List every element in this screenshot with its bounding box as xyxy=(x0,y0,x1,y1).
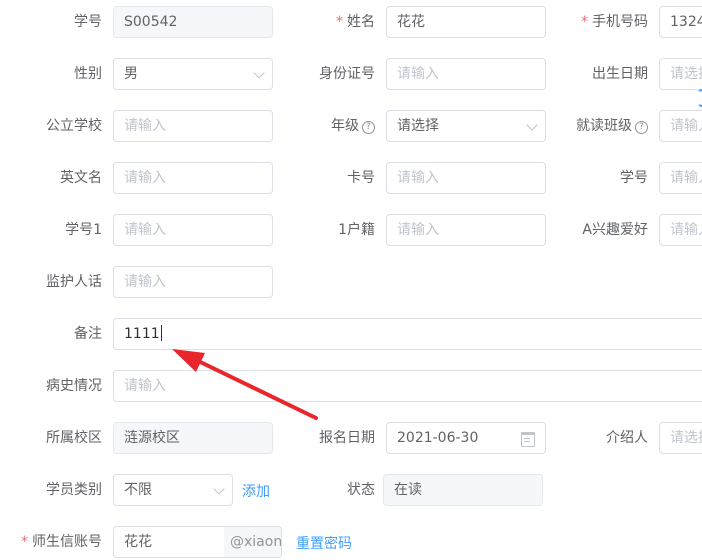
card-no-input[interactable]: 请输入 xyxy=(386,162,546,194)
id-card-label: 身份证号 xyxy=(319,66,375,82)
card-no-label: 卡号 xyxy=(347,170,375,186)
student-no3-input[interactable]: 请输入 xyxy=(113,214,273,246)
remark-label: 备注 xyxy=(74,326,102,342)
required-mark: * xyxy=(21,534,28,550)
status-label: 状态 xyxy=(347,482,375,498)
card-no-placeholder: 请输入 xyxy=(397,170,439,186)
chevron-down-icon xyxy=(213,483,225,495)
english-name-placeholder: 请输入 xyxy=(124,170,166,186)
class-label-text: 就读班级 xyxy=(576,118,632,134)
category-value: 不限 xyxy=(124,482,152,498)
status-value: 在读 xyxy=(394,482,422,498)
enroll-date-label: 报名日期 xyxy=(319,430,375,446)
id-card-input[interactable]: 请输入 xyxy=(386,58,546,90)
public-school-label: 公立学校 xyxy=(46,118,102,134)
account-value: 花花 xyxy=(124,534,152,550)
name-label-text: 姓名 xyxy=(347,14,375,30)
account-label-text: 师生信账号 xyxy=(32,534,102,550)
category-select[interactable]: 不限 xyxy=(113,474,233,506)
remark-input[interactable]: 1111 xyxy=(113,318,702,350)
class-label: 就读班级? xyxy=(576,110,648,142)
public-school-input[interactable]: 请输入 xyxy=(113,110,273,142)
household-input[interactable]: 请输入 xyxy=(386,214,546,246)
required-mark: * xyxy=(336,14,343,30)
enroll-date-input[interactable]: 2021-06-30 xyxy=(386,422,546,454)
referrer-label: 介绍人 xyxy=(606,430,648,446)
student-no3-placeholder: 请输入 xyxy=(124,222,166,238)
account-label: * 师生信账号 xyxy=(21,526,102,558)
name-label: * 姓名 xyxy=(336,6,375,38)
class-placeholder: 请输入 xyxy=(670,118,702,134)
question-icon[interactable]: ? xyxy=(635,121,648,134)
id-card-placeholder: 请输入 xyxy=(397,66,439,82)
text-caret xyxy=(160,325,162,341)
class-input[interactable]: 请输入 xyxy=(659,110,702,142)
student-no2-input[interactable]: 请输入 xyxy=(659,162,702,194)
hobby-placeholder: 请输入 xyxy=(670,222,702,238)
name-input[interactable]: 花花 xyxy=(386,6,546,38)
campus-value: 涟源校区 xyxy=(124,430,180,446)
gender-value: 男 xyxy=(124,66,138,82)
hobby-input[interactable]: 请输入 xyxy=(659,214,702,246)
name-value: 花花 xyxy=(397,14,425,30)
phone-label-text: 手机号码 xyxy=(592,14,648,30)
household-placeholder: 请输入 xyxy=(397,222,439,238)
chevron-down-icon xyxy=(526,119,538,131)
account-input[interactable]: 花花 xyxy=(113,526,225,558)
hobby-label: A兴趣爱好 xyxy=(582,222,648,238)
calendar-icon xyxy=(521,432,535,447)
question-icon[interactable]: ? xyxy=(362,121,375,134)
category-label: 学员类别 xyxy=(46,482,102,498)
guardian-input[interactable]: 请输入 xyxy=(113,266,273,298)
required-mark: * xyxy=(581,14,588,30)
remark-value: 1111 xyxy=(124,326,160,342)
add-category-link[interactable]: 添加 xyxy=(242,476,270,508)
household-label: 1户籍 xyxy=(338,222,375,238)
grade-label-text: 年级 xyxy=(331,118,359,134)
birth-label: 出生日期 xyxy=(592,66,648,82)
grade-placeholder: 请选择 xyxy=(397,118,439,134)
status-input[interactable]: 在读 xyxy=(383,474,543,506)
student-no3-label: 学号1 xyxy=(65,222,102,238)
student-no-label: 学号 xyxy=(74,14,102,30)
student-no2-placeholder: 请输入 xyxy=(670,170,702,186)
phone-label: * 手机号码 xyxy=(581,6,648,38)
enroll-date-value: 2021-06-30 xyxy=(397,430,479,446)
campus-label: 所属校区 xyxy=(46,430,102,446)
english-name-input[interactable]: 请输入 xyxy=(113,162,273,194)
student-no-value: S00542 xyxy=(124,14,178,30)
reset-password-link[interactable]: 重置密码 xyxy=(296,528,352,560)
english-name-label: 英文名 xyxy=(60,170,102,186)
guardian-label: 监护人话 xyxy=(46,274,102,290)
gender-label: 性别 xyxy=(74,66,102,82)
public-school-placeholder: 请输入 xyxy=(124,118,166,134)
birth-date-input[interactable]: 请选择 xyxy=(659,58,702,90)
medical-input[interactable]: 请输入 xyxy=(113,370,702,402)
campus-input[interactable]: 涟源校区 xyxy=(113,422,273,454)
chevron-down-icon xyxy=(253,67,265,79)
refresh-icon[interactable] xyxy=(697,89,702,107)
phone-value: 1324 xyxy=(670,14,702,30)
phone-input[interactable]: 1324 xyxy=(659,6,702,38)
student-no2-label: 学号 xyxy=(620,170,648,186)
arrow-head xyxy=(172,349,205,372)
medical-label: 病史情况 xyxy=(46,378,102,394)
account-suffix: @xiaon xyxy=(224,526,282,558)
birth-placeholder: 请选择 xyxy=(670,66,702,82)
gender-select[interactable]: 男 xyxy=(113,58,273,90)
referrer-placeholder: 请选择 xyxy=(670,430,702,446)
referrer-input[interactable]: 请选择 xyxy=(659,422,702,454)
guardian-placeholder: 请输入 xyxy=(124,274,166,290)
grade-label: 年级? xyxy=(331,110,375,142)
medical-placeholder: 请输入 xyxy=(124,378,166,394)
student-no-input[interactable]: S00542 xyxy=(113,6,273,38)
grade-select[interactable]: 请选择 xyxy=(386,110,546,142)
